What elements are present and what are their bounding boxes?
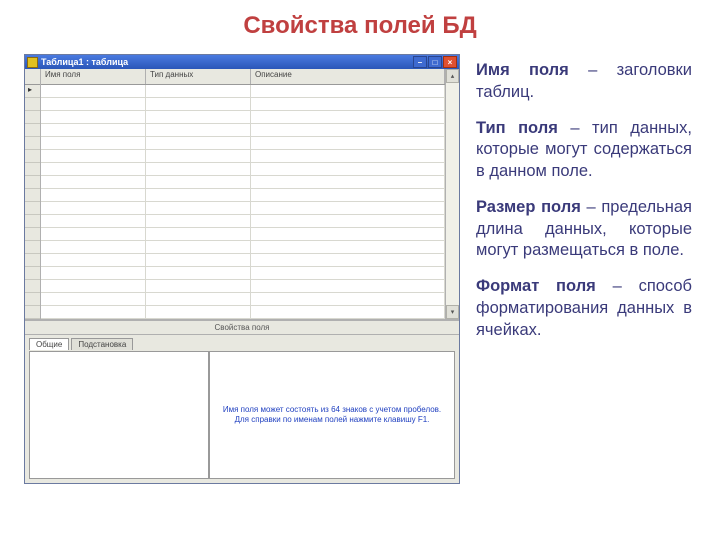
window-title: Таблица1 : таблица	[41, 57, 128, 67]
minimize-button[interactable]: –	[413, 56, 427, 68]
row-selector[interactable]	[25, 85, 40, 98]
definition-item: Размер поля – предельная длина данных, к…	[476, 197, 692, 262]
properties-panel[interactable]	[29, 351, 209, 479]
grid-rows[interactable]	[41, 85, 445, 319]
term: Тип поля	[476, 119, 558, 137]
term: Имя поля	[476, 61, 569, 79]
vertical-scrollbar[interactable]: ▴ ▾	[445, 69, 459, 319]
term: Формат поля	[476, 277, 596, 295]
col-header-description: Описание	[251, 69, 445, 84]
field-properties-area: Общие Подстановка Имя поля может состоят…	[25, 335, 459, 483]
window-titlebar: Таблица1 : таблица – □ ×	[25, 55, 459, 69]
column-headers: Имя поля Тип данных Описание	[41, 69, 445, 85]
slide-title: Свойства полей БД	[0, 12, 720, 40]
hint-text: Имя поля может состоять из 64 знаков с у…	[218, 405, 446, 426]
term: Размер поля	[476, 198, 581, 216]
content-row: Таблица1 : таблица – □ × Имя пол	[0, 54, 720, 484]
row-header-column	[25, 69, 41, 319]
maximize-button[interactable]: □	[428, 56, 442, 68]
definition-item: Имя поля – заголовки таблиц.	[476, 60, 692, 104]
definition-item: Формат поля – способ форматирования данн…	[476, 276, 692, 341]
col-header-fieldname: Имя поля	[41, 69, 146, 84]
definitions-column: Имя поля – заголовки таблиц. Тип поля – …	[460, 54, 692, 355]
tab-general[interactable]: Общие	[29, 338, 69, 350]
definition-item: Тип поля – тип данных, которые могут сод…	[476, 118, 692, 183]
access-window: Таблица1 : таблица – □ × Имя пол	[24, 54, 460, 484]
hint-panel: Имя поля может состоять из 64 знаков с у…	[209, 351, 455, 479]
close-button[interactable]: ×	[443, 56, 457, 68]
scroll-down-icon[interactable]: ▾	[446, 305, 459, 319]
col-header-datatype: Тип данных	[146, 69, 251, 84]
field-properties-label: Свойства поля	[25, 320, 459, 335]
design-grid: Имя поля Тип данных Описание	[25, 69, 459, 320]
scroll-up-icon[interactable]: ▴	[446, 69, 459, 83]
tab-lookup[interactable]: Подстановка	[71, 338, 133, 350]
app-icon	[27, 57, 38, 68]
